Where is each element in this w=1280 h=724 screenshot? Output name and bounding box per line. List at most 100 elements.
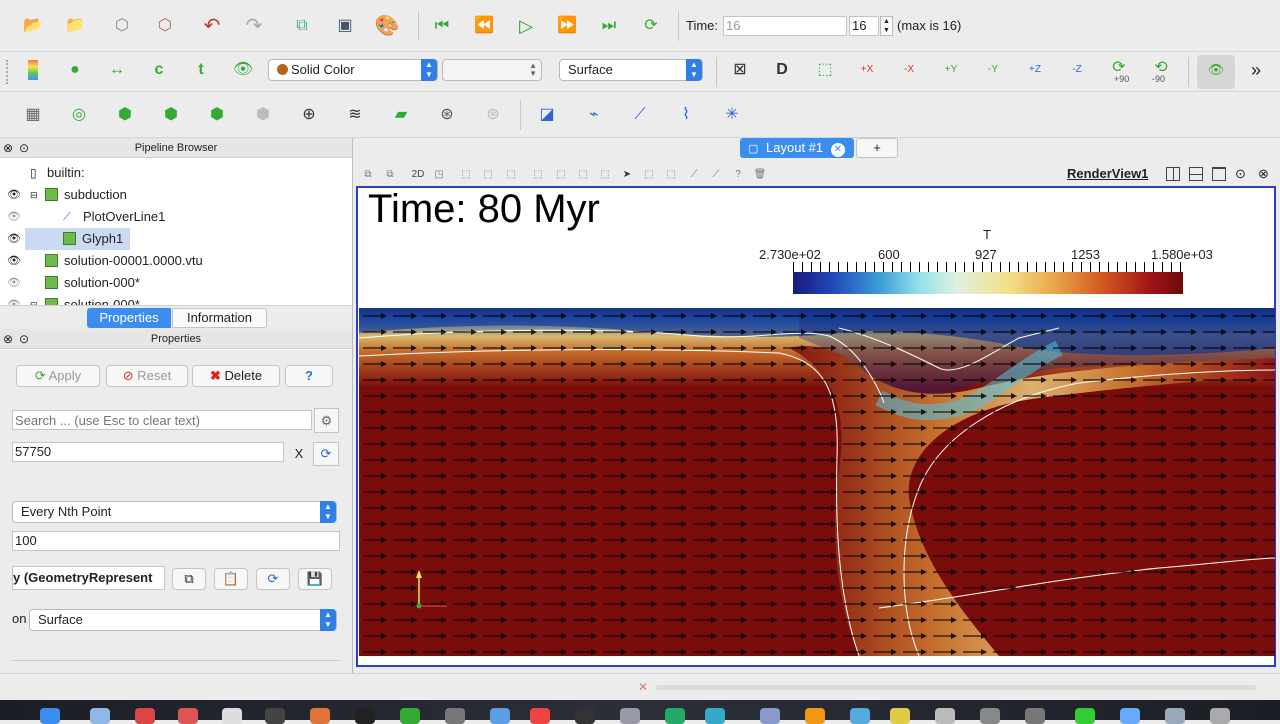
dock-app-icon[interactable]: [178, 708, 198, 724]
visibility-eye-icon[interactable]: 👁: [7, 228, 21, 250]
rescale-visible-icon[interactable]: 👁: [232, 59, 254, 81]
tab-information[interactable]: Information: [172, 308, 267, 328]
view-toolbar-icon[interactable]: ⧉: [382, 168, 398, 182]
copy-icon[interactable]: ⧉: [172, 568, 206, 590]
dock-app-icon[interactable]: [530, 708, 550, 724]
paste-icon[interactable]: 📋: [214, 568, 248, 590]
save-icon[interactable]: 💾: [298, 568, 332, 590]
camera-undo-icon[interactable]: ◳: [431, 168, 447, 182]
add-layout-button[interactable]: +: [856, 138, 898, 158]
close-view-icon[interactable]: ⊗: [1258, 166, 1269, 182]
help-button[interactable]: ?: [285, 365, 333, 387]
tree-item-builtin[interactable]: ▯ builtin:: [0, 162, 352, 184]
dock-app-icon[interactable]: [1075, 708, 1095, 724]
select-cells-icon[interactable]: ⬚: [458, 168, 474, 182]
dock-app-icon[interactable]: [135, 708, 155, 724]
glyph-mode-dropdown[interactable]: Every Nth Point ▲ ▼: [12, 501, 337, 523]
view-minus-y-icon[interactable]: -Y: [982, 59, 1004, 81]
group-datasets-icon[interactable]: ⊛: [436, 104, 458, 126]
collapse-icon[interactable]: ⊟: [30, 294, 38, 305]
visibility-eye-icon[interactable]: 👁: [7, 250, 21, 272]
collapse-icon[interactable]: ⊟: [30, 184, 38, 206]
representation-dropdown[interactable]: Surface ▲ ▼: [559, 59, 703, 81]
render-view[interactable]: Time: 80 Myr T 2.730e+02 600 927 1253 1.…: [356, 186, 1276, 667]
view-plus-y-icon[interactable]: +Y: [940, 59, 962, 81]
dock-app-icon[interactable]: [620, 708, 640, 724]
histogram-icon[interactable]: ⌇: [675, 104, 697, 126]
tree-item-solution-a[interactable]: 👁 solution-000*: [0, 272, 352, 294]
dock-app-icon[interactable]: [490, 708, 510, 724]
last-frame-icon[interactable]: ⏭: [598, 15, 620, 37]
dock-app-icon[interactable]: [400, 708, 420, 724]
dock-app-icon[interactable]: [1120, 708, 1140, 724]
stream-tracer-icon[interactable]: ≋: [344, 104, 366, 126]
toggle-2d-3d-button[interactable]: 2D: [408, 168, 428, 182]
dock-app-icon[interactable]: [935, 708, 955, 724]
dock-app-icon[interactable]: [90, 708, 110, 724]
plot-over-line-icon[interactable]: ⟋: [629, 104, 651, 126]
dock-app-icon[interactable]: [890, 708, 910, 724]
grow-selection-icon[interactable]: ⬚: [641, 168, 657, 182]
clip-icon[interactable]: ⬢: [114, 104, 136, 126]
hover-points-icon[interactable]: ⬚: [575, 168, 591, 182]
color-by-dropdown[interactable]: Solid Color ▲ ▼: [268, 59, 438, 81]
visibility-eye-icon[interactable]: 👁: [7, 294, 21, 305]
probe-icon[interactable]: ⌁: [583, 104, 605, 126]
extract-subset-icon[interactable]: ⬢: [252, 104, 274, 126]
rescale-temporal-icon[interactable]: t: [190, 59, 212, 81]
close-icon[interactable]: ✕: [636, 680, 650, 694]
dock-app-icon[interactable]: [805, 708, 825, 724]
dock-app-icon[interactable]: [850, 708, 870, 724]
reset-button[interactable]: ⊘ Reset: [106, 365, 188, 387]
contour-icon[interactable]: ◎: [68, 104, 90, 126]
select-block-icon[interactable]: ⬚: [530, 168, 546, 182]
interactive-select-icon[interactable]: ⬚: [553, 168, 569, 182]
gear-icon[interactable]: ⚙: [314, 408, 339, 433]
redo-icon[interactable]: ↷: [243, 15, 265, 37]
plot-selection-icon[interactable]: ⟋: [708, 168, 724, 182]
dock-app-icon[interactable]: [265, 708, 285, 724]
time-spin-arrows[interactable]: ▲ ▼: [880, 16, 893, 36]
clear-selection-icon[interactable]: 🗑: [752, 168, 768, 182]
visibility-eye-icon[interactable]: 👁: [7, 206, 21, 228]
dock-app-icon[interactable]: [705, 708, 725, 724]
dock-app-icon[interactable]: [355, 708, 375, 724]
delete-button[interactable]: ✖ Delete: [192, 365, 280, 387]
tree-item-solution-b[interactable]: 👁 ⊟ solution-000*: [0, 294, 352, 305]
float-icon[interactable]: ⊙: [19, 138, 29, 158]
rescale-range-icon[interactable]: ↔: [106, 59, 128, 81]
dock-app-icon[interactable]: [575, 708, 595, 724]
axes-grid-icon[interactable]: ✳: [721, 104, 743, 126]
tree-item-plotoverline[interactable]: 👁 ⟋ PlotOverLine1: [0, 206, 352, 228]
refresh-icon[interactable]: ⟳: [313, 442, 339, 466]
connect-icon[interactable]: ⬡: [111, 15, 133, 37]
tab-properties[interactable]: Properties: [87, 308, 171, 328]
refresh-icon[interactable]: ⟳: [256, 568, 290, 590]
extract-selection-icon[interactable]: ⟋: [686, 168, 702, 182]
view-minus-x-icon[interactable]: -X: [898, 59, 920, 81]
split-vertical-icon[interactable]: [1189, 167, 1203, 181]
toggle-widget-button[interactable]: 👁: [1197, 55, 1235, 89]
more-tools-icon[interactable]: »: [1245, 59, 1267, 81]
view-plus-x-icon[interactable]: +X: [856, 59, 878, 81]
dock-app-icon[interactable]: [222, 708, 242, 724]
stride-input[interactable]: 100: [12, 531, 340, 551]
edit-color-map-icon[interactable]: ●: [64, 59, 86, 81]
polygon-select-icon[interactable]: ⬚: [597, 168, 613, 182]
property-search-input[interactable]: [12, 410, 312, 430]
select-points-icon[interactable]: ⬚: [480, 168, 496, 182]
play-icon[interactable]: ▷: [515, 15, 537, 37]
close-icon[interactable]: ⊗: [3, 138, 13, 158]
dock-app-icon[interactable]: [665, 708, 685, 724]
reset-camera-icon[interactable]: ⧉: [291, 15, 313, 37]
reset-camera-closest-icon[interactable]: ⊠: [729, 59, 751, 81]
view-plus-z-icon[interactable]: +Z: [1024, 59, 1046, 81]
open-recent-icon[interactable]: 📁: [64, 15, 86, 37]
dock-app-icon[interactable]: [1025, 708, 1045, 724]
seed-input[interactable]: 57750: [12, 442, 284, 462]
apply-button[interactable]: ⟳ Apply: [16, 365, 100, 387]
visibility-eye-icon[interactable]: 👁: [7, 272, 21, 294]
time-step-spinbox[interactable]: 16: [849, 16, 879, 36]
loop-icon[interactable]: ⟳: [640, 15, 662, 37]
screenshot-icon[interactable]: ▣: [334, 15, 356, 37]
